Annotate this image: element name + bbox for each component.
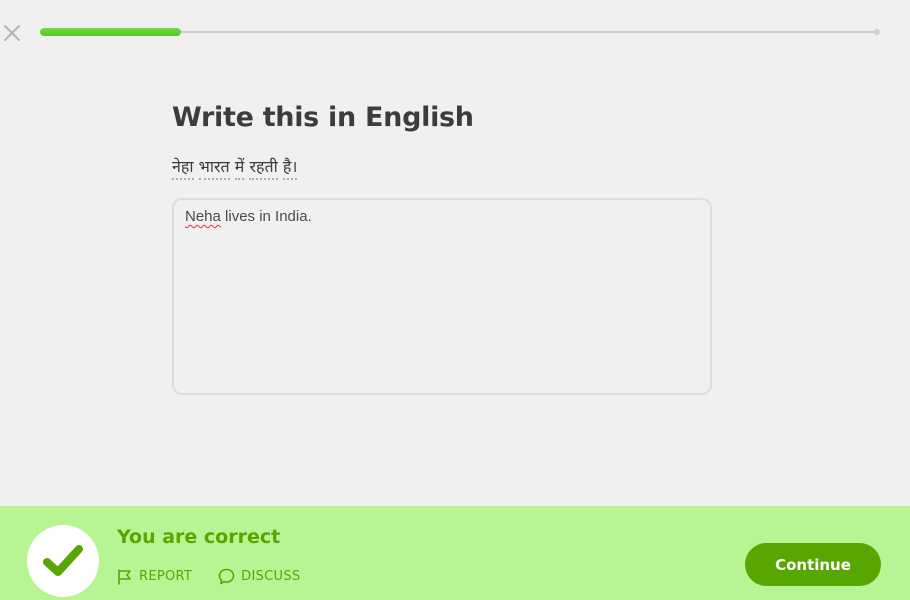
prompt-word[interactable]: नेहा [172, 157, 194, 180]
lesson-page: Write this in English नेहा भारत में रहती… [0, 0, 910, 600]
feedback-actions: REPORT DISCUSS [117, 568, 300, 585]
answer-text: lives in India. [220, 208, 312, 225]
check-icon [43, 545, 83, 576]
page-title: Write this in English [172, 102, 474, 133]
report-button[interactable]: REPORT [117, 568, 192, 585]
prompt-sentence: नेहा भारत में रहती है। [172, 155, 298, 180]
misspelled-word: Neha [185, 208, 221, 225]
feedback-bar: You are correct REPORT DISCUSS Continue [0, 506, 910, 600]
feedback-title: You are correct [117, 526, 281, 548]
report-label: REPORT [139, 569, 193, 584]
flag-icon [118, 568, 131, 585]
close-icon[interactable] [3, 24, 21, 42]
prompt-word[interactable]: रहती [249, 157, 278, 180]
continue-button[interactable]: Continue [745, 543, 881, 586]
answer-textarea[interactable]: Neha lives in India. [172, 198, 712, 395]
prompt-word[interactable]: भारत [198, 157, 230, 180]
prompt-word[interactable]: है। [282, 157, 298, 180]
progress-bar-fill [40, 28, 181, 36]
progress-end-dot [874, 29, 880, 35]
progress-bar [40, 28, 877, 36]
discuss-label: DISCUSS [241, 569, 301, 584]
speech-bubble-icon [218, 568, 235, 585]
prompt-word[interactable]: में [234, 157, 245, 180]
status-badge [27, 525, 99, 597]
discuss-button[interactable]: DISCUSS [218, 568, 300, 585]
